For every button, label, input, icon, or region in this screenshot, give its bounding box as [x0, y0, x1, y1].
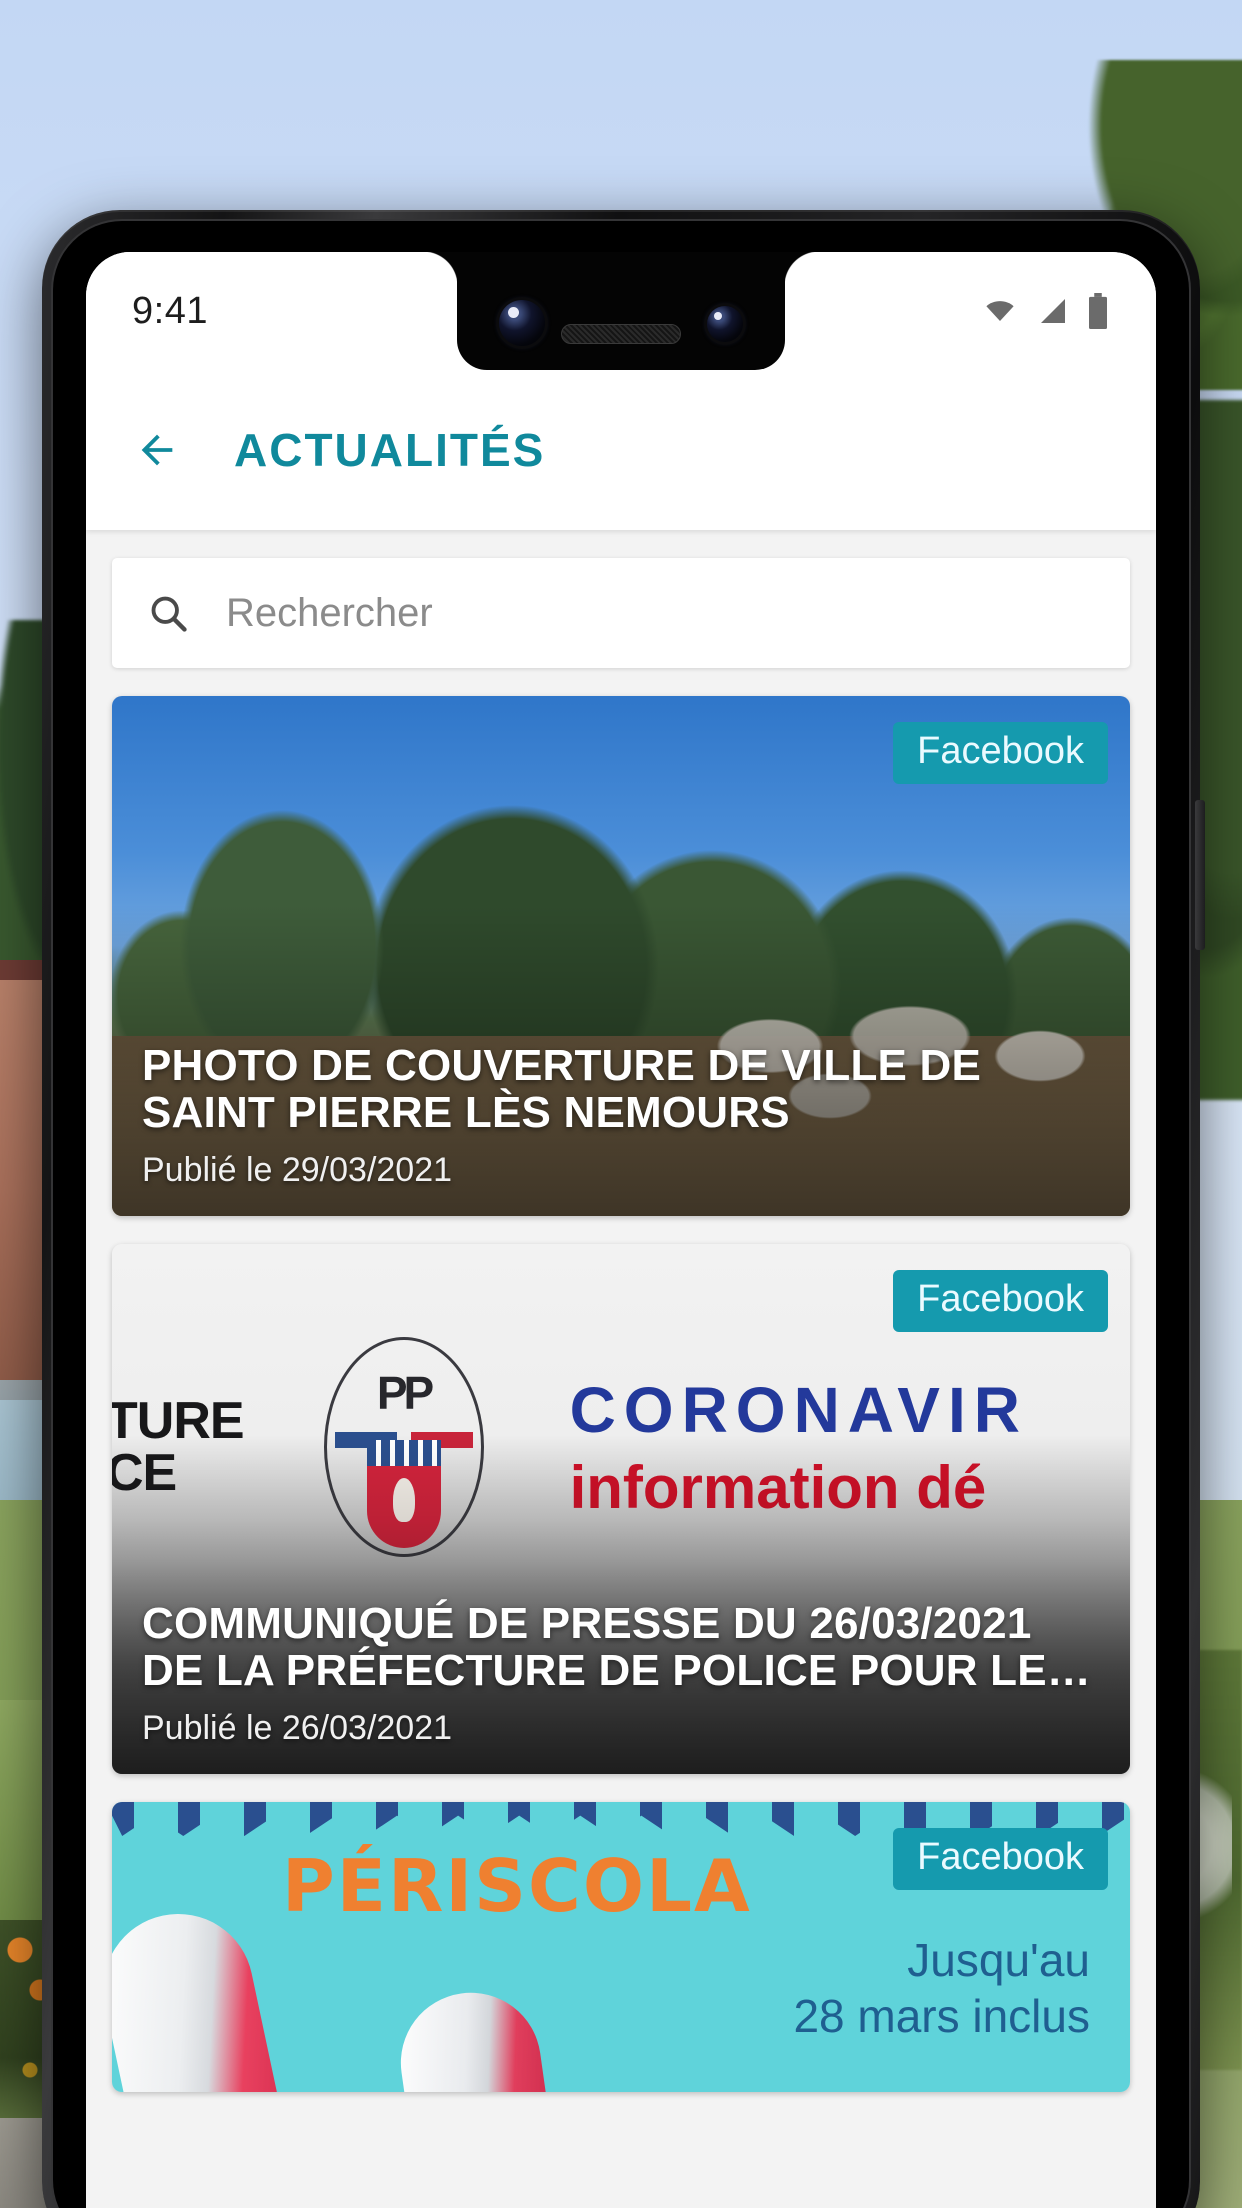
battery-icon [1089, 293, 1107, 329]
phone-screen: 9:41 ACTUALITÉS Rechercher Facebook PHOT… [86, 252, 1156, 2208]
news-card-title: COMMUNIQUÉ DE PRESSE DU 26/03/2021 DE LA… [142, 1598, 1092, 1696]
search-icon[interactable] [146, 589, 190, 637]
news-card-image: TURE CE PP CORONAVIR info [112, 1244, 1130, 1774]
display-notch [423, 252, 785, 370]
phone-device-frame: 9:41 ACTUALITÉS Rechercher Facebook PHOT… [42, 210, 1205, 2208]
secondary-camera-icon [707, 306, 743, 342]
front-camera-icon [499, 300, 545, 346]
search-input[interactable] [225, 590, 1096, 636]
app-bar: ACTUALITÉS [86, 370, 1156, 530]
power-button[interactable] [1195, 800, 1205, 950]
news-feed-scroll-area[interactable]: Facebook PHOTO DE COUVERTURE DE VILLE DE… [86, 530, 1156, 2208]
search-bar[interactable] [112, 558, 1130, 668]
news-card[interactable]: PÉRISCOLA Jusqu'au 28 mars inclus Facebo… [112, 1802, 1130, 2092]
phone-bezel: 9:41 ACTUALITÉS Rechercher Facebook PHOT… [56, 224, 1186, 2208]
easter-egg-artwork [391, 1983, 573, 2092]
news-card-text: COMMUNIQUÉ DE PRESSE DU 26/03/2021 DE LA… [112, 1600, 1130, 1774]
source-badge[interactable]: Facebook [893, 722, 1108, 784]
cellular-signal-icon [1041, 299, 1065, 323]
status-bar-clock: 9:41 [132, 289, 208, 332]
news-card-title: PHOTO DE COUVERTURE DE VILLE DE SAINT PI… [142, 1040, 982, 1138]
news-card-image: Facebook PHOTO DE COUVERTURE DE VILLE DE… [112, 696, 1130, 1216]
page-title: ACTUALITÉS [234, 424, 546, 476]
news-card-image: PÉRISCOLA Jusqu'au 28 mars inclus Facebo… [112, 1802, 1130, 2092]
source-badge[interactable]: Facebook [893, 1828, 1108, 1890]
earpiece-speaker-icon [561, 324, 681, 344]
easter-egg-artwork [112, 1900, 305, 2092]
status-bar-icons [980, 293, 1110, 329]
news-card-date: Publié le 26/03/2021 [142, 1709, 453, 1747]
periscolaire-dates: Jusqu'au 28 mars inclus [793, 1934, 1090, 2043]
news-card-text: PHOTO DE COUVERTURE DE VILLE DE SAINT PI… [112, 1042, 1130, 1216]
source-badge[interactable]: Facebook [893, 1270, 1108, 1332]
periscolaire-title: PÉRISCOLA [282, 1844, 752, 1928]
back-arrow-icon[interactable] [126, 427, 188, 473]
wifi-icon [986, 301, 1014, 321]
news-card-date: Publié le 29/03/2021 [142, 1151, 453, 1189]
news-card[interactable]: TURE CE PP CORONAVIR info [112, 1244, 1130, 1774]
news-card[interactable]: Facebook PHOTO DE COUVERTURE DE VILLE DE… [112, 696, 1130, 1216]
